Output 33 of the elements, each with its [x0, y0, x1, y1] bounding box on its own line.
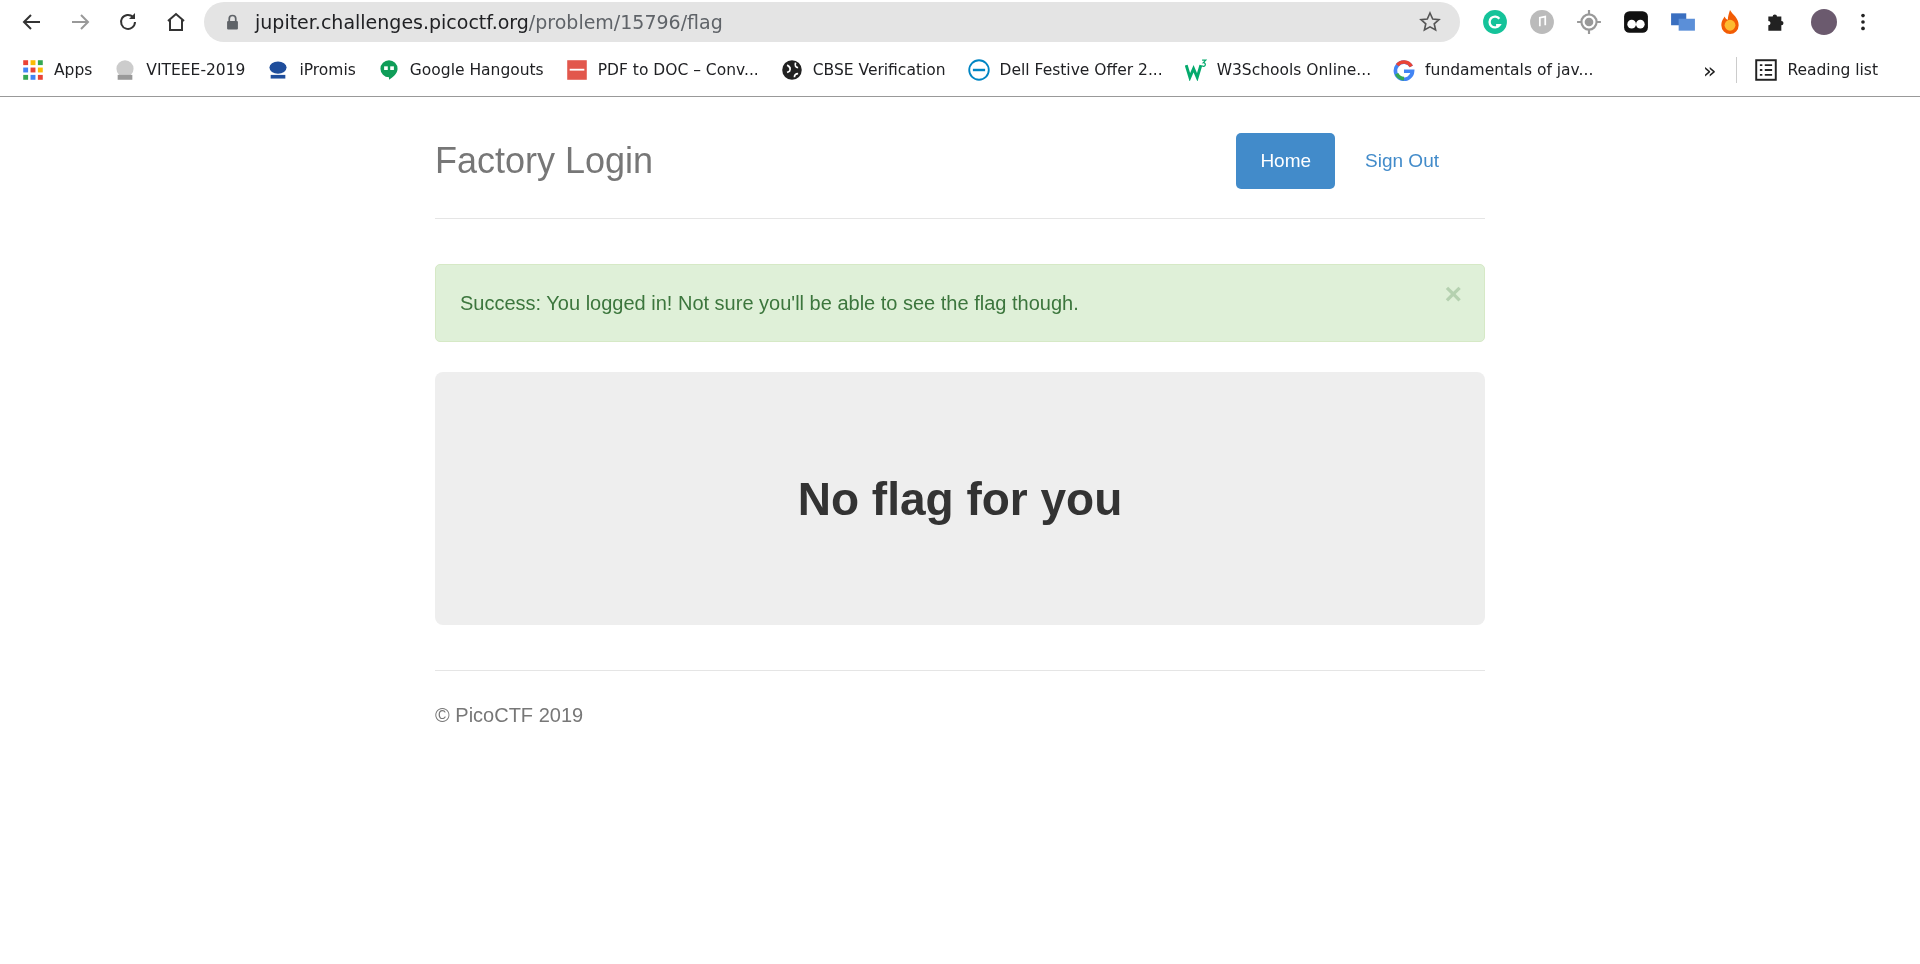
list-icon — [1755, 59, 1778, 81]
more-bookmarks-button[interactable]: » — [1696, 57, 1723, 83]
address-bar[interactable]: jupiter.challenges.picoctf.org/problem/15796/flag — [204, 2, 1460, 42]
bookmark-link[interactable]: Google Hangouts — [377, 59, 544, 81]
url-path: /problem/15796/flag — [528, 11, 723, 33]
alert-message: Success: You logged in! Not sure you'll be able to see the flag though. — [460, 291, 1079, 315]
star-icon[interactable] — [1418, 10, 1442, 34]
reading-list-link[interactable]: Reading list — [1755, 59, 1878, 81]
bookmark-link[interactable]: VITEEE-2019 — [114, 59, 246, 81]
menu-icon[interactable] — [1860, 11, 1866, 33]
extension-icon[interactable] — [1623, 9, 1649, 35]
url-host: jupiter.challenges.picoctf.org — [255, 11, 529, 33]
emblem-icon — [267, 59, 290, 81]
bookmark-link[interactable]: CBSE Verification — [780, 59, 946, 81]
bookmark-link[interactable]: fundamentals of jav... — [1393, 59, 1594, 81]
w-logo-icon — [1184, 59, 1207, 81]
bookmark-link[interactable]: W3Schools Online... — [1184, 59, 1372, 81]
bookmark-link[interactable]: Dell Festive Offer 2... — [967, 59, 1163, 81]
chat-bubble-icon — [377, 59, 400, 81]
lock-icon — [226, 14, 239, 30]
apps-grid-icon — [22, 59, 44, 81]
ring-logo-icon — [967, 59, 990, 81]
crosshair-icon[interactable] — [1576, 9, 1602, 35]
nav-link[interactable]: Sign Out — [1341, 132, 1463, 189]
bookmark-link[interactable]: Apps — [22, 59, 93, 81]
bookmark-link[interactable]: PDF to DOC – Conv... — [565, 59, 759, 81]
g-logo-icon — [1393, 59, 1416, 81]
jumbotron-heading: No flag for you — [797, 471, 1123, 526]
site-title: Factory Login — [435, 139, 654, 182]
footer-text: © PicoCTF 2019 — [435, 704, 585, 727]
avatar-icon[interactable] — [1811, 9, 1837, 35]
bookmark-link[interactable]: iPromis — [267, 59, 356, 81]
nav-link[interactable]: Home — [1236, 132, 1336, 189]
